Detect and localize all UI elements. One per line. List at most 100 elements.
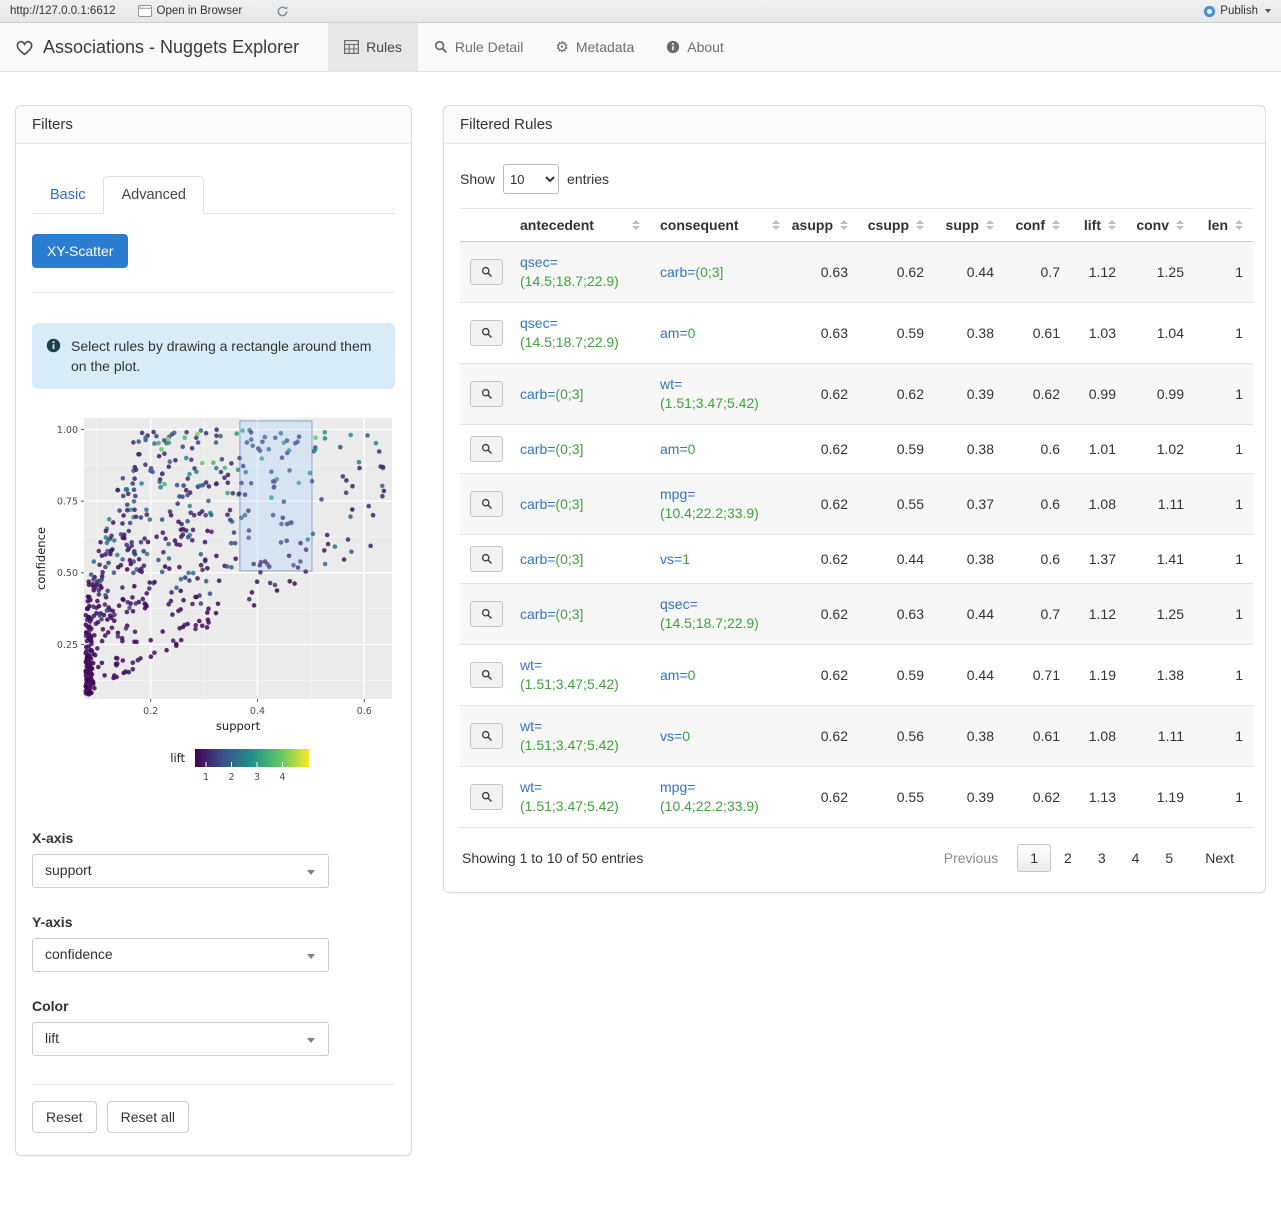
column-header-lift[interactable]: lift [1070,208,1126,242]
len-cell: 1 [1194,705,1253,767]
lift-cell: 1.03 [1070,302,1126,364]
rule-detail-button[interactable] [470,601,503,627]
sort-icons [632,220,640,230]
scatter-plot-container[interactable]: 0.2 0.4 0.6 0.25 0.50 0.75 1.00 support confiden… [32,409,395,800]
rule-detail-button[interactable] [470,723,503,749]
consequent-cell: wt=(1.51;3.47;5.42) [650,363,790,425]
column-header-len[interactable]: len [1194,208,1253,242]
antecedent-cell: wt=(1.51;3.47;5.42) [510,705,650,767]
asupp-cell: 0.62 [790,424,858,474]
brush-hint-text: Select rules by drawing a rectangle arou… [71,338,372,374]
conv-cell: 1.25 [1126,583,1194,645]
table-info: Showing 1 to 10 of 50 entries [462,850,644,866]
antecedent-cell: qsec=(14.5;18.7;22.9) [510,241,650,303]
page-length-control: Show 10 entries [460,164,1249,194]
y-axis-select[interactable]: confidence [32,938,329,972]
reset-all-button[interactable]: Reset all [106,1101,190,1133]
x-axis-select[interactable]: support [32,854,329,888]
len-cell: 1 [1194,534,1253,584]
rule-detail-button[interactable] [470,259,503,285]
table-icon [344,40,360,54]
open-in-browser-button[interactable]: Open in Browser [137,5,243,17]
rule-detail-button[interactable] [470,320,503,346]
sort-icons [840,220,848,230]
tab-about[interactable]: About [650,23,740,71]
sort-icons [1176,220,1184,230]
conf-cell: 0.62 [1004,766,1070,828]
len-cell: 1 [1194,766,1253,828]
pagination-page-4[interactable]: 4 [1119,844,1153,872]
color-selected-value: lift [45,1030,59,1046]
magnifier-icon [481,730,493,742]
gear-icon: ⚙ [555,38,569,56]
conv-cell: 1.02 [1126,424,1194,474]
column-header-action [460,208,510,242]
pagination-page-2[interactable]: 2 [1051,844,1085,872]
sort-icons [1108,220,1116,230]
tab-rule-detail[interactable]: Rule Detail [418,23,539,71]
antecedent-cell: carb=(0;3] [510,583,650,645]
conv-cell: 1.38 [1126,644,1194,706]
svg-text:0.2: 0.2 [143,706,158,717]
brush-selection[interactable] [239,420,313,572]
conf-cell: 0.61 [1004,705,1070,767]
conf-cell: 0.62 [1004,363,1070,425]
info-circle-icon [46,338,61,376]
magnifier-icon [481,553,493,565]
rules-table-container: antecedent consequent asupp csupp supp conf li… [460,208,1253,828]
table-row: qsec=(14.5;18.7;22.9) carb=(0;3] 0.63 0.62 0… [460,241,1253,303]
pagination-page-3[interactable]: 3 [1085,844,1119,872]
len-cell: 1 [1194,644,1253,706]
viewer-url[interactable]: http://127.0.0.1:6612 [10,5,116,17]
tab-rules[interactable]: Rules [328,23,418,71]
table-row: qsec=(14.5;18.7;22.9) am=0 0.63 0.59 0.38 0.6… [460,302,1253,364]
antecedent-cell: wt=(1.51;3.47;5.42) [510,644,650,706]
xy-scatter-button[interactable]: XY-Scatter [32,234,129,268]
conv-cell: 1.19 [1126,766,1194,828]
refresh-button[interactable] [276,5,289,18]
rule-detail-button[interactable] [470,784,503,810]
info-icon [666,40,680,54]
column-header-consequent[interactable]: consequent [650,208,790,242]
svg-text:0.50: 0.50 [57,568,78,579]
page-content: Filters Basic Advanced XY-Scatter Select … [0,72,1281,1212]
asupp-cell: 0.62 [790,473,858,535]
reset-button[interactable]: Reset [32,1101,97,1133]
magnifier-icon [481,608,493,620]
rule-detail-button[interactable] [470,381,503,407]
publish-label: Publish [1220,5,1258,17]
rule-detail-button[interactable] [470,546,503,572]
len-cell: 1 [1194,363,1253,425]
scatter-plot[interactable]: 0.2 0.4 0.6 0.25 0.50 0.75 1.00 support confiden… [32,409,398,797]
len-cell: 1 [1194,473,1253,535]
pagination-page-5[interactable]: 5 [1152,844,1186,872]
consequent-cell: carb=(0;3] [650,241,790,303]
column-header-supp[interactable]: supp [934,208,1004,242]
color-select[interactable]: lift [32,1022,329,1056]
tab-label: Rules [366,39,402,55]
conf-cell: 0.61 [1004,302,1070,364]
column-header-antecedent[interactable]: antecedent [510,208,650,242]
column-header-csupp[interactable]: csupp [858,208,934,242]
rule-detail-button[interactable] [470,662,503,688]
page-length-select[interactable]: 10 [503,164,560,194]
sort-icons [986,220,994,230]
supp-cell: 0.39 [934,363,1004,425]
column-header-asupp[interactable]: asupp [790,208,858,242]
rule-detail-button[interactable] [470,436,503,462]
open-in-browser-label: Open in Browser [156,5,243,17]
publish-button[interactable]: Publish [1203,5,1271,18]
column-header-conv[interactable]: conv [1126,208,1194,242]
filters-tab-advanced[interactable]: Advanced [103,176,204,214]
conv-cell: 0.99 [1126,363,1194,425]
sort-icons [916,220,924,230]
pagination-previous[interactable]: Previous [931,844,1011,872]
pagination-page-1[interactable]: 1 [1017,844,1052,872]
pagination-next[interactable]: Next [1192,844,1247,872]
rule-detail-button[interactable] [470,491,503,517]
magnifier-icon [481,327,493,339]
column-header-conf[interactable]: conf [1004,208,1070,242]
tab-metadata[interactable]: ⚙ Metadata [539,23,650,71]
filters-tab-basic[interactable]: Basic [32,176,103,214]
conf-cell: 0.7 [1004,241,1070,303]
